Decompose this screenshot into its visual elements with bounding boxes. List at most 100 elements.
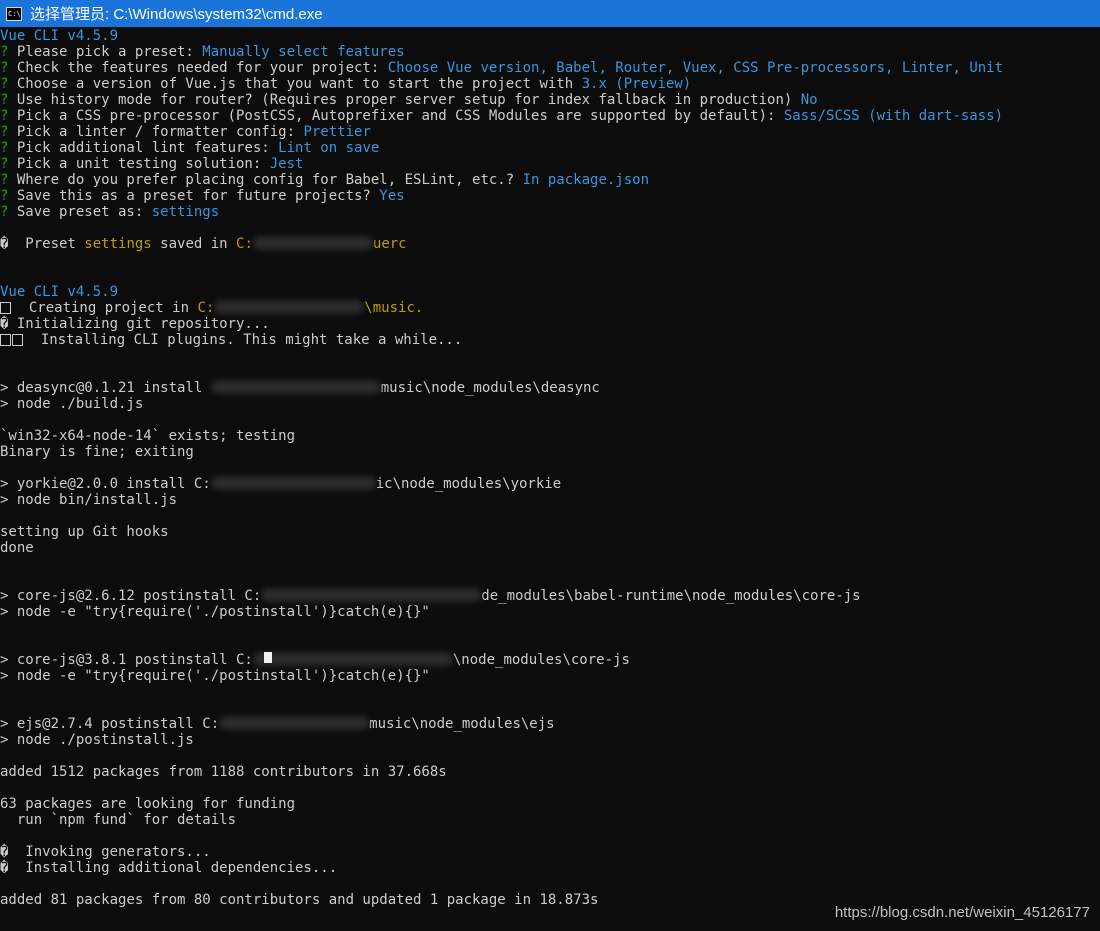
terminal-text: C: xyxy=(236,236,253,252)
terminal-line: 63 packages are looking for funding xyxy=(0,796,1100,812)
terminal-text: Where do you prefer placing config for B… xyxy=(16,172,523,188)
terminal-text: � Initializing git repository... xyxy=(0,316,270,332)
terminal-text: \music. xyxy=(364,300,424,316)
terminal-line: ? Save preset as: settings xyxy=(0,204,1100,220)
prompt-marker: ? xyxy=(0,76,17,92)
terminal-line: Vue CLI v4.5.9 xyxy=(0,284,1100,300)
terminal-text: Pick additional lint features: xyxy=(16,140,279,156)
terminal-line: � Invoking generators... xyxy=(0,844,1100,860)
terminal-text: > core-js@2.6.12 postinstall C: xyxy=(0,588,262,604)
terminal-text: Use history mode for router? (Requires p… xyxy=(16,92,801,108)
terminal-text: settings xyxy=(84,236,152,252)
terminal-text: Choose a version of Vue.js that you want… xyxy=(16,76,582,92)
terminal-text: > yorkie@2.0.0 install C: xyxy=(0,476,211,492)
terminal-text: setting up Git hooks xyxy=(0,524,169,540)
terminal-line: added 1512 packages from 1188 contributo… xyxy=(0,764,1100,780)
answer-text: Manually select features xyxy=(202,44,405,60)
prompt-marker: ? xyxy=(0,60,17,76)
watermark: https://blog.csdn.net/weixin_45126177 xyxy=(834,904,1090,921)
redacted-path xyxy=(219,716,370,730)
terminal-line: � Preset settings saved in C: uerc xyxy=(0,236,1100,252)
terminal-text: music\node_modules\deasync xyxy=(380,380,600,396)
terminal-line: > node -e "try{require('./postinstall')}… xyxy=(0,604,1100,620)
terminal-text: Binary is fine; exiting xyxy=(0,444,194,460)
terminal-line: Binary is fine; exiting xyxy=(0,444,1100,460)
terminal-text: Please pick a preset: xyxy=(16,44,203,60)
terminal-line: Installing CLI plugins. This might take … xyxy=(0,332,1100,348)
answer-text: Jest xyxy=(269,156,304,172)
terminal-text: � Installing additional dependencies... xyxy=(0,860,338,876)
answer-text: 3.x (Preview) xyxy=(581,76,692,92)
window-title-bar[interactable]: C:\ 选择管理员: C:\Windows\system32\cmd.exe xyxy=(0,0,1100,27)
redacted-path xyxy=(252,236,373,250)
answer-text: No xyxy=(800,92,818,108)
terminal-text: added 81 packages from 80 contributors a… xyxy=(0,892,599,908)
terminal-text: music\node_modules\ejs xyxy=(369,716,555,732)
redacted-path xyxy=(252,652,453,666)
terminal-text: > node bin/install.js xyxy=(0,492,178,508)
terminal-line: > yorkie@2.0.0 install C: ic\node_modules… xyxy=(0,476,1100,492)
terminal-text: > core-js@3.8.1 postinstall C: xyxy=(0,652,253,668)
terminal-line: > deasync@0.1.21 install music\node_modu… xyxy=(0,380,1100,396)
terminal-text: \node_modules\core-js xyxy=(452,652,630,668)
missing-glyph-icon xyxy=(12,334,23,346)
terminal-line: ? Please pick a preset: Manually select … xyxy=(0,44,1100,60)
terminal-text: run `npm fund` for details xyxy=(0,812,237,828)
terminal-line: ? Where do you prefer placing config for… xyxy=(0,172,1100,188)
terminal-text: de_modules\babel-runtime\node_modules\co… xyxy=(481,588,861,604)
terminal-text: Check the features needed for your proje… xyxy=(16,60,388,76)
terminal-line: ? Pick a unit testing solution: Jest xyxy=(0,156,1100,172)
terminal-line: > ejs@2.7.4 postinstall C: music\node_mod… xyxy=(0,716,1100,732)
terminal-text: `win32-x64-node-14` exists; testing xyxy=(0,428,296,444)
terminal-line: > node bin/install.js xyxy=(0,492,1100,508)
terminal-text: Save preset as: xyxy=(16,204,152,220)
answer-text: Yes xyxy=(379,188,405,204)
terminal-line: > core-js@3.8.1 postinstall C: \node_modu… xyxy=(0,652,1100,668)
answer-text: Sass/SCSS (with dart-sass) xyxy=(783,108,1004,124)
prompt-marker: ? xyxy=(0,188,17,204)
prompt-marker: ? xyxy=(0,108,17,124)
terminal-text: > node -e "try{require('./postinstall')}… xyxy=(0,668,430,684)
terminal-line: > node -e "try{require('./postinstall')}… xyxy=(0,668,1100,684)
answer-text: Prettier xyxy=(303,124,371,140)
terminal-line: Vue CLI v4.5.9 xyxy=(0,28,1100,44)
prompt-marker: ? xyxy=(0,204,17,220)
prompt-marker: ? xyxy=(0,92,17,108)
terminal-line: ? Use history mode for router? (Requires… xyxy=(0,92,1100,108)
terminal-text: > node ./build.js xyxy=(0,396,144,412)
answer-text: In package.json xyxy=(522,172,650,188)
redacted-path xyxy=(261,588,482,602)
terminal-text: > node -e "try{require('./postinstall')}… xyxy=(0,604,430,620)
answer-text: settings xyxy=(151,204,220,220)
terminal-line: ? Pick a linter / formatter config: Pret… xyxy=(0,124,1100,140)
cmd-icon: C:\ xyxy=(6,6,22,21)
terminal-output[interactable]: Vue CLI v4.5.9? Please pick a preset: Ma… xyxy=(0,28,1100,931)
terminal-text: done xyxy=(0,540,34,556)
prompt-marker: ? xyxy=(0,156,17,172)
terminal-text: > ejs@2.7.4 postinstall C: xyxy=(0,716,220,732)
terminal-text: Save this as a preset for future project… xyxy=(16,188,380,204)
terminal-text: 63 packages are looking for funding xyxy=(0,796,296,812)
terminal-line: � Installing additional dependencies... xyxy=(0,860,1100,876)
terminal-line: Creating project in C: \music. xyxy=(0,300,1100,316)
answer-text: Vue CLI v4.5.9 xyxy=(0,28,119,44)
answer-text: Lint on save xyxy=(278,140,380,156)
terminal-line: > node ./postinstall.js xyxy=(0,732,1100,748)
redacted-path xyxy=(210,476,376,490)
terminal-text: Pick a CSS pre-processor (PostCSS, Autop… xyxy=(16,108,784,124)
terminal-text: Installing CLI plugins. This might take … xyxy=(24,332,463,348)
terminal-line: setting up Git hooks xyxy=(0,524,1100,540)
terminal-text: � Invoking generators... xyxy=(0,844,211,860)
